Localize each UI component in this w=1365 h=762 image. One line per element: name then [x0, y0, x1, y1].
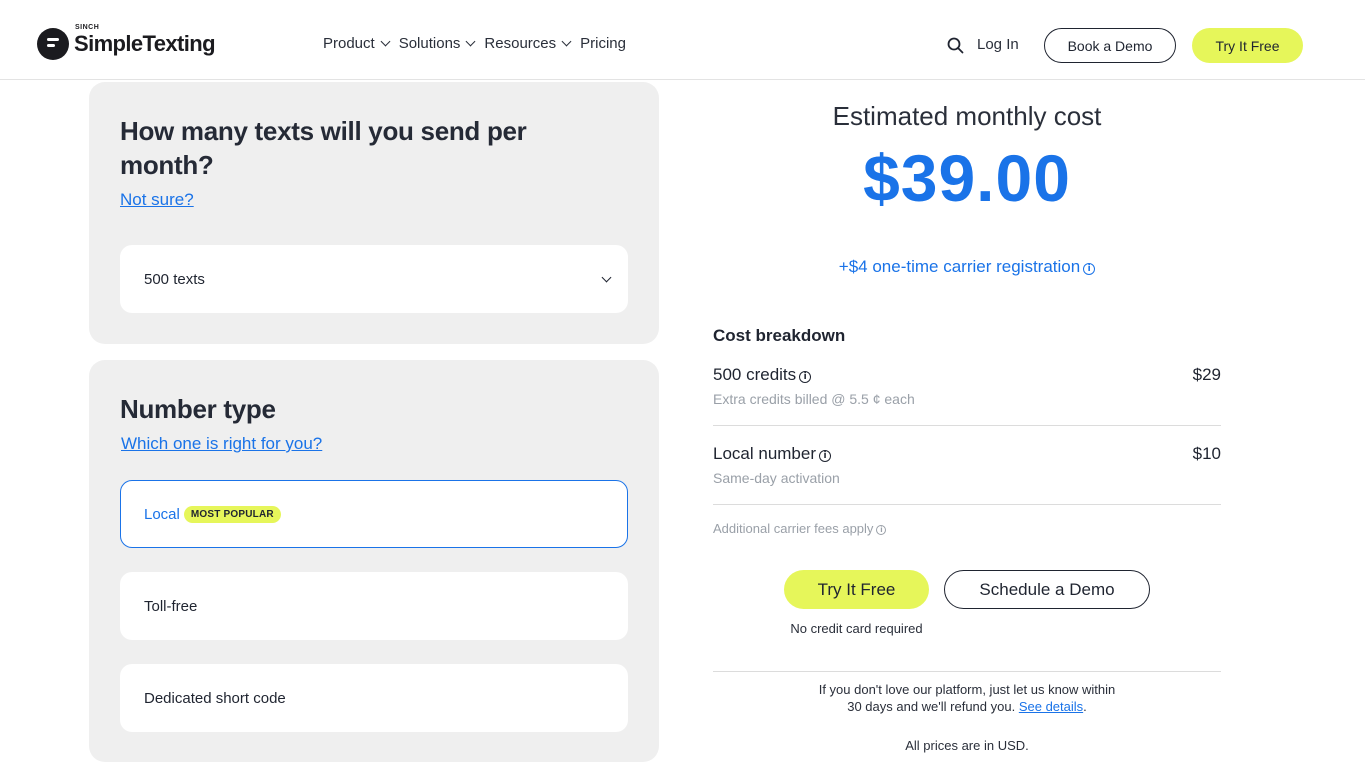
not-sure-link[interactable]: Not sure? — [120, 190, 194, 210]
estimate-title: Estimated monthly cost — [832, 101, 1102, 131]
info-icon[interactable]: i — [1083, 263, 1096, 275]
chevron-down-icon — [601, 272, 612, 283]
breakdown-label: 500 credits — [713, 365, 797, 384]
login-link[interactable]: Log In — [977, 36, 1019, 53]
number-type-card: Number type Which one is right for you? … — [89, 360, 659, 762]
logo[interactable]: SINCH SimpleTexting — [37, 24, 216, 60]
breakdown-amount: $10 — [1192, 444, 1221, 463]
number-option-short-code[interactable]: Dedicated short code — [120, 664, 628, 732]
nav-item-resources[interactable]: Resources — [484, 35, 572, 52]
breakdown-sub: Extra credits billed @ 5.5 ¢ each — [713, 391, 915, 407]
estimate-price: $39.00 — [863, 141, 1071, 215]
info-icon[interactable]: i — [876, 525, 887, 535]
breakdown-amount: $29 — [1192, 365, 1221, 384]
site-header: SINCH SimpleTexting Product Solutions Re… — [0, 0, 1365, 80]
breakdown-sub: Same-day activation — [713, 470, 840, 486]
texts-volume-select[interactable]: 500 texts — [120, 245, 628, 313]
texts-volume-title: How many texts will you send per month? — [120, 116, 527, 180]
chevron-down-icon — [380, 36, 391, 47]
divider — [713, 504, 1221, 505]
search-icon[interactable] — [947, 37, 964, 54]
texts-volume-card: How many texts will you send per month? … — [89, 82, 659, 344]
book-demo-button[interactable]: Book a Demo — [1044, 28, 1176, 63]
option-label: Toll-free — [144, 597, 198, 615]
info-icon[interactable]: i — [819, 450, 832, 462]
number-type-title: Number type — [120, 394, 276, 424]
nav-item-product[interactable]: Product — [323, 35, 391, 52]
currency-note: All prices are in USD. — [905, 738, 1029, 753]
texts-volume-value: 500 texts — [144, 270, 205, 288]
logo-mark-icon — [37, 28, 69, 60]
number-option-local[interactable]: Local MOST POPULAR — [120, 480, 628, 548]
breakdown-label: Local number — [713, 444, 817, 463]
most-popular-badge: MOST POPULAR — [183, 505, 281, 523]
carrier-registration-note[interactable]: +$4 one-time carrier registration i — [713, 257, 1221, 277]
schedule-demo-button[interactable]: Schedule a Demo — [944, 570, 1150, 609]
divider — [713, 671, 1221, 672]
breakdown-row-credits: 500 credits i Extra credits billed @ 5.5 … — [713, 365, 1221, 407]
nav-item-pricing[interactable]: Pricing — [580, 35, 626, 52]
option-label: Local — [144, 505, 180, 523]
divider — [713, 425, 1221, 426]
carrier-fees-note: Additional carrier fees apply i — [713, 521, 887, 536]
try-free-header-button[interactable]: Try It Free — [1192, 28, 1303, 63]
chevron-down-icon — [465, 36, 476, 47]
chevron-down-icon — [561, 36, 572, 47]
logo-name-text: SimpleTexting — [74, 31, 216, 56]
option-label: Dedicated short code — [144, 689, 286, 707]
try-free-button[interactable]: Try It Free — [784, 570, 929, 609]
logo-sinch-text: SINCH — [75, 24, 100, 31]
see-details-link[interactable]: See details — [1019, 699, 1083, 714]
info-icon[interactable]: i — [799, 371, 812, 383]
refund-note: If you don't love our platform, just let… — [818, 682, 1116, 714]
nav-item-solutions[interactable]: Solutions — [399, 35, 476, 52]
breakdown-title: Cost breakdown — [713, 326, 846, 345]
main-nav: Product Solutions Resources Pricing — [323, 35, 636, 52]
no-credit-card-note: No credit card required — [790, 621, 923, 636]
breakdown-row-number: Local number i Same-day activation $10 — [713, 444, 1221, 486]
number-option-toll-free[interactable]: Toll-free — [120, 572, 628, 640]
which-one-link[interactable]: Which one is right for you? — [121, 434, 322, 454]
